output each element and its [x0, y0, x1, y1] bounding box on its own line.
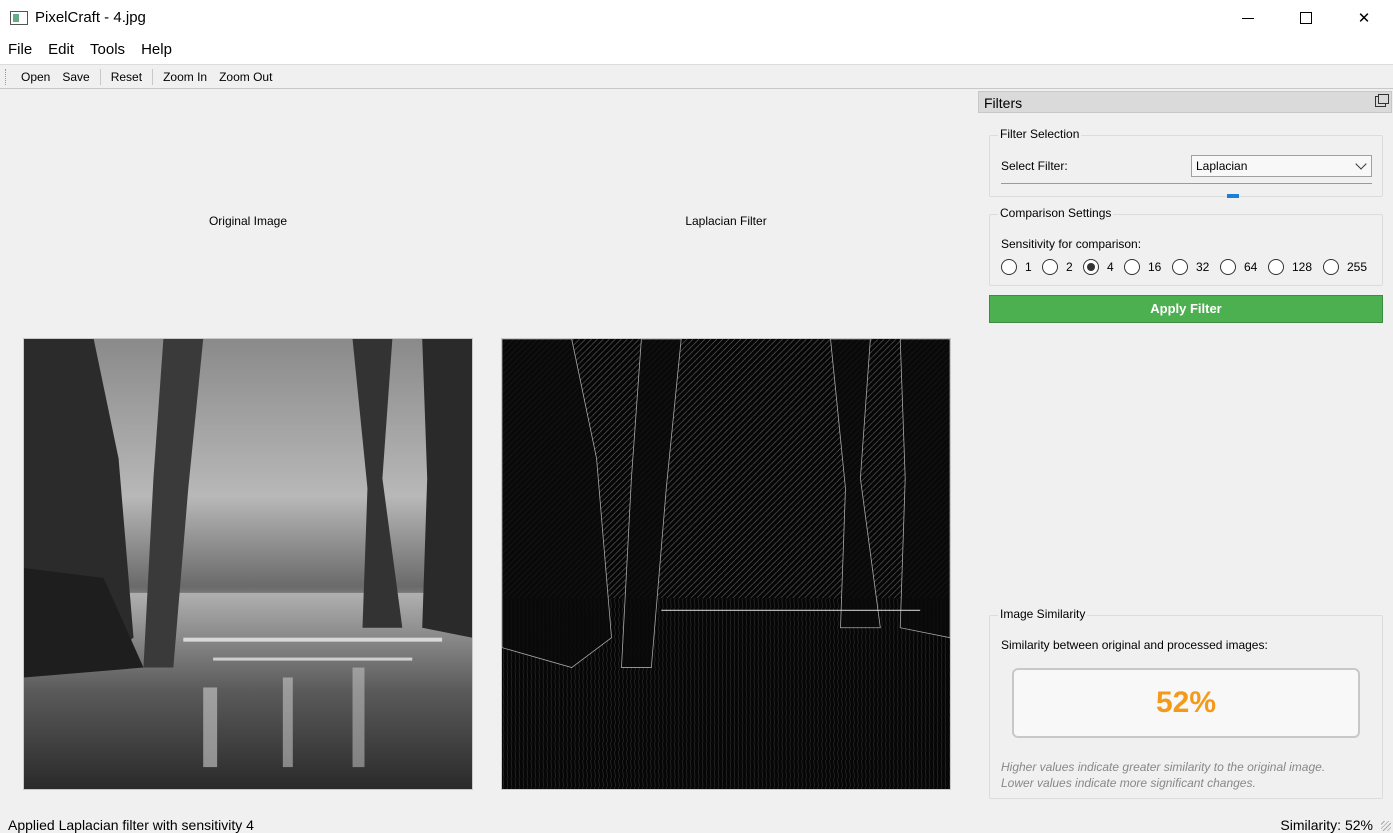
radio-label: 2: [1066, 260, 1073, 274]
status-message: Applied Laplacian filter with sensitivit…: [8, 817, 254, 833]
comparison-settings-group: Comparison Settings Sensitivity for comp…: [989, 206, 1383, 286]
dock-header[interactable]: Filters: [978, 91, 1392, 113]
sensitivity-radio-16[interactable]: 16: [1124, 259, 1161, 275]
sensitivity-radio-4[interactable]: 4: [1083, 259, 1114, 275]
menu-tools[interactable]: Tools: [82, 36, 133, 64]
sensitivity-radio-255[interactable]: 255: [1323, 259, 1367, 275]
chevron-down-icon: [1355, 158, 1367, 170]
radio-label: 1: [1025, 260, 1032, 274]
toolbar-separator: [99, 68, 101, 85]
minimize-icon: [1242, 17, 1254, 19]
similarity-description: Similarity between original and processe…: [1001, 638, 1268, 652]
window-title: PixelCraft - 4.jpg: [35, 9, 146, 26]
save-button[interactable]: Save: [56, 66, 95, 88]
sensitivity-radio-64[interactable]: 64: [1220, 259, 1257, 275]
toolbar: Open Save Reset Zoom In Zoom Out: [0, 64, 1393, 89]
zoom-in-button[interactable]: Zoom In: [157, 66, 213, 88]
maximize-button[interactable]: [1277, 0, 1335, 36]
resize-grip-icon[interactable]: [1381, 821, 1391, 831]
original-image-label: Original Image: [208, 214, 288, 228]
group-title: Filter Selection: [998, 127, 1082, 141]
radio-circle: [1323, 259, 1339, 275]
similarity-note: Higher values indicate greater similarit…: [1001, 759, 1325, 791]
toolbar-grip[interactable]: [5, 68, 9, 85]
image-area: Original Image Laplacian Filter: [0, 89, 975, 811]
sensitivity-radio-128[interactable]: 128: [1268, 259, 1312, 275]
close-button[interactable]: ✕: [1335, 0, 1393, 36]
filter-select[interactable]: Laplacian: [1191, 155, 1372, 177]
filter-select-value: Laplacian: [1196, 159, 1248, 173]
sensitivity-label: Sensitivity for comparison:: [1001, 237, 1142, 251]
group-title: Comparison Settings: [998, 206, 1114, 220]
radio-circle: [1124, 259, 1140, 275]
menu-bar: File Edit Tools Help: [0, 36, 1393, 64]
maximize-icon: [1300, 12, 1312, 24]
original-image: [23, 338, 473, 790]
radio-circle: [1001, 259, 1017, 275]
radio-circle: [1042, 259, 1058, 275]
apply-filter-button[interactable]: Apply Filter: [989, 295, 1383, 323]
similarity-note-line: Lower values indicate more significant c…: [1001, 776, 1256, 790]
float-window-icon[interactable]: [1375, 94, 1389, 107]
title-bar: PixelCraft - 4.jpg ✕: [0, 0, 1393, 36]
splitter-handle[interactable]: [1227, 194, 1239, 198]
radio-label: 64: [1244, 260, 1258, 274]
sensitivity-options: 1 2 4 16 32 64 128 255: [1001, 259, 1381, 277]
zoom-out-button[interactable]: Zoom Out: [213, 66, 278, 88]
dock-title: Filters: [984, 95, 1023, 111]
filter-selection-group: Filter Selection Select Filter: Laplacia…: [989, 127, 1383, 198]
radio-label: 16: [1148, 260, 1162, 274]
radio-label: 128: [1292, 260, 1313, 274]
open-button[interactable]: Open: [15, 66, 56, 88]
toolbar-separator: [152, 68, 154, 85]
select-filter-label: Select Filter:: [1001, 159, 1068, 173]
radio-circle-checked: [1083, 259, 1099, 275]
menu-help[interactable]: Help: [133, 36, 180, 64]
status-bar: Applied Laplacian filter with sensitivit…: [0, 811, 1393, 833]
radio-label: 255: [1347, 260, 1368, 274]
close-icon: ✕: [1357, 10, 1371, 27]
status-similarity: Similarity: 52%: [1280, 817, 1373, 833]
filtered-image-label: Laplacian Filter: [685, 214, 767, 228]
menu-edit[interactable]: Edit: [40, 36, 82, 64]
reset-button[interactable]: Reset: [105, 66, 148, 88]
radio-label: 4: [1107, 260, 1114, 274]
sensitivity-radio-1[interactable]: 1: [1001, 259, 1032, 275]
radio-circle: [1220, 259, 1236, 275]
radio-circle: [1268, 259, 1284, 275]
radio-label: 32: [1196, 260, 1210, 274]
image-similarity-group: Image Similarity Similarity between orig…: [989, 607, 1383, 799]
menu-file[interactable]: File: [0, 36, 40, 64]
sensitivity-radio-32[interactable]: 32: [1172, 259, 1209, 275]
filters-dock: Filters Filter Selection Select Filter: …: [977, 89, 1393, 811]
sensitivity-radio-2[interactable]: 2: [1042, 259, 1073, 275]
minimize-button[interactable]: [1219, 0, 1277, 36]
divider: [1001, 183, 1372, 184]
group-title: Image Similarity: [998, 607, 1088, 621]
app-icon: [10, 11, 28, 25]
filtered-image: [501, 338, 951, 790]
similarity-note-line: Higher values indicate greater similarit…: [1001, 760, 1326, 774]
radio-circle: [1172, 259, 1188, 275]
similarity-value: 52%: [1012, 668, 1360, 738]
